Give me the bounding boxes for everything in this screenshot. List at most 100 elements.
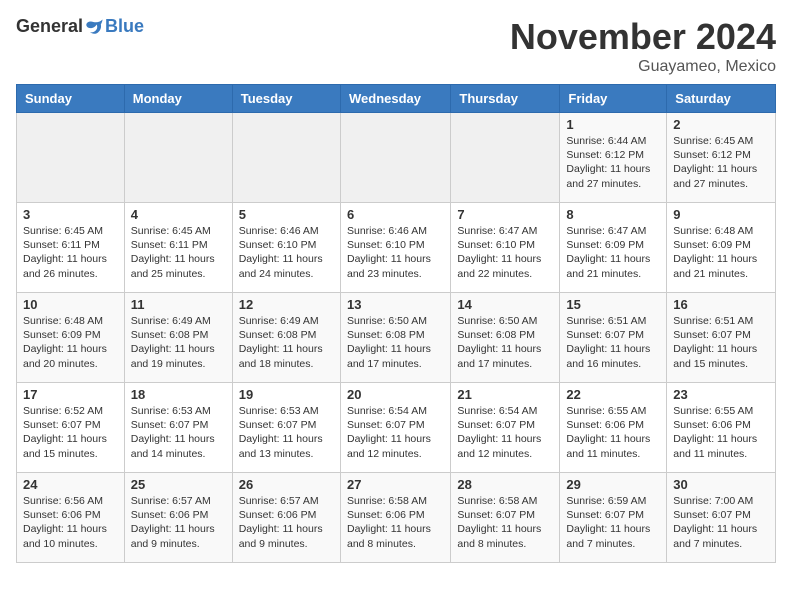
logo-general-text: General bbox=[16, 16, 83, 37]
weekday-header-monday: Monday bbox=[124, 85, 232, 113]
day-number: 1 bbox=[566, 117, 660, 132]
day-number: 6 bbox=[347, 207, 444, 222]
day-info: Sunrise: 6:50 AM Sunset: 6:08 PM Dayligh… bbox=[457, 314, 553, 371]
calendar-week-row: 10Sunrise: 6:48 AM Sunset: 6:09 PM Dayli… bbox=[17, 293, 776, 383]
day-number: 19 bbox=[239, 387, 334, 402]
day-number: 18 bbox=[131, 387, 226, 402]
calendar-cell: 3Sunrise: 6:45 AM Sunset: 6:11 PM Daylig… bbox=[17, 203, 125, 293]
calendar-cell: 10Sunrise: 6:48 AM Sunset: 6:09 PM Dayli… bbox=[17, 293, 125, 383]
calendar-cell: 5Sunrise: 6:46 AM Sunset: 6:10 PM Daylig… bbox=[232, 203, 340, 293]
day-info: Sunrise: 6:47 AM Sunset: 6:09 PM Dayligh… bbox=[566, 224, 660, 281]
calendar-cell: 15 Sunrise: 6:51 AM Sunset: 6:07 PM Dayli… bbox=[560, 293, 667, 383]
calendar-cell bbox=[451, 113, 560, 203]
day-info: Sunrise: 6:46 AM Sunset: 6:10 PM Dayligh… bbox=[347, 224, 444, 281]
day-number: 4 bbox=[131, 207, 226, 222]
calendar-cell: 11 Sunrise: 6:49 AM Sunset: 6:08 PM Dayli… bbox=[124, 293, 232, 383]
weekday-header-tuesday: Tuesday bbox=[232, 85, 340, 113]
day-info: Sunrise: 6:51 AM Sunset: 6:07 PM Dayligh… bbox=[566, 314, 660, 371]
calendar-cell: 14 Sunrise: 6:50 AM Sunset: 6:08 PM Dayli… bbox=[451, 293, 560, 383]
day-number: 29 bbox=[566, 477, 660, 492]
day-info: Sunrise: 6:55 AM Sunset: 6:06 PM Dayligh… bbox=[566, 404, 660, 461]
calendar-cell: 23 Sunrise: 6:55 AM Sunset: 6:06 PM Dayli… bbox=[667, 383, 776, 473]
calendar-cell bbox=[124, 113, 232, 203]
calendar-header-row: SundayMondayTuesdayWednesdayThursdayFrid… bbox=[17, 85, 776, 113]
calendar-cell: 22 Sunrise: 6:55 AM Sunset: 6:06 PM Dayli… bbox=[560, 383, 667, 473]
calendar-cell: 2 Sunrise: 6:45 AM Sunset: 6:12 PM Daylig… bbox=[667, 113, 776, 203]
calendar-cell: 28 Sunrise: 6:58 AM Sunset: 6:07 PM Dayli… bbox=[451, 473, 560, 563]
calendar-cell bbox=[232, 113, 340, 203]
day-number: 20 bbox=[347, 387, 444, 402]
day-info: Sunrise: 6:45 AM Sunset: 6:12 PM Dayligh… bbox=[673, 134, 769, 191]
calendar-week-row: 17 Sunrise: 6:52 AM Sunset: 6:07 PM Dayli… bbox=[17, 383, 776, 473]
calendar-cell: 4 Sunrise: 6:45 AM Sunset: 6:11 PM Daylig… bbox=[124, 203, 232, 293]
day-number: 12 bbox=[239, 297, 334, 312]
day-info: Sunrise: 6:52 AM Sunset: 6:07 PM Dayligh… bbox=[23, 404, 118, 461]
day-number: 26 bbox=[239, 477, 334, 492]
day-number: 8 bbox=[566, 207, 660, 222]
day-info: Sunrise: 6:49 AM Sunset: 6:08 PM Dayligh… bbox=[131, 314, 226, 371]
day-info: Sunrise: 6:46 AM Sunset: 6:10 PM Dayligh… bbox=[239, 224, 334, 281]
calendar-cell: 24 Sunrise: 6:56 AM Sunset: 6:06 PM Dayli… bbox=[17, 473, 125, 563]
calendar-cell: 29Sunrise: 6:59 AM Sunset: 6:07 PM Dayli… bbox=[560, 473, 667, 563]
calendar-cell: 27 Sunrise: 6:58 AM Sunset: 6:06 PM Dayli… bbox=[340, 473, 450, 563]
weekday-header-wednesday: Wednesday bbox=[340, 85, 450, 113]
day-info: Sunrise: 6:57 AM Sunset: 6:06 PM Dayligh… bbox=[131, 494, 226, 551]
calendar-cell: 13 Sunrise: 6:50 AM Sunset: 6:08 PM Dayli… bbox=[340, 293, 450, 383]
day-info: Sunrise: 6:56 AM Sunset: 6:06 PM Dayligh… bbox=[23, 494, 118, 551]
logo-bird-icon bbox=[85, 17, 105, 37]
calendar-cell: 1 Sunrise: 6:44 AM Sunset: 6:12 PM Daylig… bbox=[560, 113, 667, 203]
day-number: 15 bbox=[566, 297, 660, 312]
logo: General Blue bbox=[16, 16, 144, 37]
day-number: 11 bbox=[131, 297, 226, 312]
calendar-cell: 9Sunrise: 6:48 AM Sunset: 6:09 PM Daylig… bbox=[667, 203, 776, 293]
location-subtitle: Guayameo, Mexico bbox=[510, 58, 776, 76]
calendar-cell: 25 Sunrise: 6:57 AM Sunset: 6:06 PM Dayli… bbox=[124, 473, 232, 563]
calendar-cell: 7 Sunrise: 6:47 AM Sunset: 6:10 PM Daylig… bbox=[451, 203, 560, 293]
calendar-cell: 30Sunrise: 7:00 AM Sunset: 6:07 PM Dayli… bbox=[667, 473, 776, 563]
day-info: Sunrise: 6:50 AM Sunset: 6:08 PM Dayligh… bbox=[347, 314, 444, 371]
day-number: 17 bbox=[23, 387, 118, 402]
day-info: Sunrise: 6:53 AM Sunset: 6:07 PM Dayligh… bbox=[239, 404, 334, 461]
day-info: Sunrise: 6:45 AM Sunset: 6:11 PM Dayligh… bbox=[131, 224, 226, 281]
page-header: General Blue November 2024 Guayameo, Mex… bbox=[16, 16, 776, 76]
calendar-week-row: 24 Sunrise: 6:56 AM Sunset: 6:06 PM Dayli… bbox=[17, 473, 776, 563]
calendar-cell bbox=[17, 113, 125, 203]
day-number: 27 bbox=[347, 477, 444, 492]
day-info: Sunrise: 6:51 AM Sunset: 6:07 PM Dayligh… bbox=[673, 314, 769, 371]
weekday-header-sunday: Sunday bbox=[17, 85, 125, 113]
day-number: 25 bbox=[131, 477, 226, 492]
calendar-week-row: 3 Sunrise: 6:45 AM Sunset: 6:11 PM Daylig… bbox=[17, 203, 776, 293]
day-number: 3 bbox=[23, 207, 118, 222]
weekday-header-thursday: Thursday bbox=[451, 85, 560, 113]
day-info: Sunrise: 6:58 AM Sunset: 6:06 PM Dayligh… bbox=[347, 494, 444, 551]
day-number: 9 bbox=[673, 207, 769, 222]
day-number: 30 bbox=[673, 477, 769, 492]
month-title: November 2024 bbox=[510, 16, 776, 58]
day-info: Sunrise: 6:47 AM Sunset: 6:10 PM Dayligh… bbox=[457, 224, 553, 281]
logo-blue-text: Blue bbox=[105, 16, 144, 37]
day-number: 24 bbox=[23, 477, 118, 492]
day-number: 2 bbox=[673, 117, 769, 132]
day-info: Sunrise: 6:57 AM Sunset: 6:06 PM Dayligh… bbox=[239, 494, 334, 551]
day-number: 22 bbox=[566, 387, 660, 402]
day-number: 23 bbox=[673, 387, 769, 402]
day-info: Sunrise: 6:54 AM Sunset: 6:07 PM Dayligh… bbox=[347, 404, 444, 461]
day-info: Sunrise: 6:53 AM Sunset: 6:07 PM Dayligh… bbox=[131, 404, 226, 461]
calendar-cell: 17 Sunrise: 6:52 AM Sunset: 6:07 PM Dayli… bbox=[17, 383, 125, 473]
calendar-table: SundayMondayTuesdayWednesdayThursdayFrid… bbox=[16, 84, 776, 563]
calendar-cell bbox=[340, 113, 450, 203]
day-info: Sunrise: 6:44 AM Sunset: 6:12 PM Dayligh… bbox=[566, 134, 660, 191]
day-info: Sunrise: 6:58 AM Sunset: 6:07 PM Dayligh… bbox=[457, 494, 553, 551]
day-number: 13 bbox=[347, 297, 444, 312]
day-number: 14 bbox=[457, 297, 553, 312]
calendar-cell: 19 Sunrise: 6:53 AM Sunset: 6:07 PM Dayli… bbox=[232, 383, 340, 473]
day-info: Sunrise: 6:55 AM Sunset: 6:06 PM Dayligh… bbox=[673, 404, 769, 461]
day-number: 21 bbox=[457, 387, 553, 402]
weekday-header-saturday: Saturday bbox=[667, 85, 776, 113]
day-number: 28 bbox=[457, 477, 553, 492]
calendar-cell: 8 Sunrise: 6:47 AM Sunset: 6:09 PM Daylig… bbox=[560, 203, 667, 293]
day-number: 7 bbox=[457, 207, 553, 222]
day-number: 16 bbox=[673, 297, 769, 312]
calendar-cell: 6 Sunrise: 6:46 AM Sunset: 6:10 PM Daylig… bbox=[340, 203, 450, 293]
calendar-cell: 12Sunrise: 6:49 AM Sunset: 6:08 PM Dayli… bbox=[232, 293, 340, 383]
